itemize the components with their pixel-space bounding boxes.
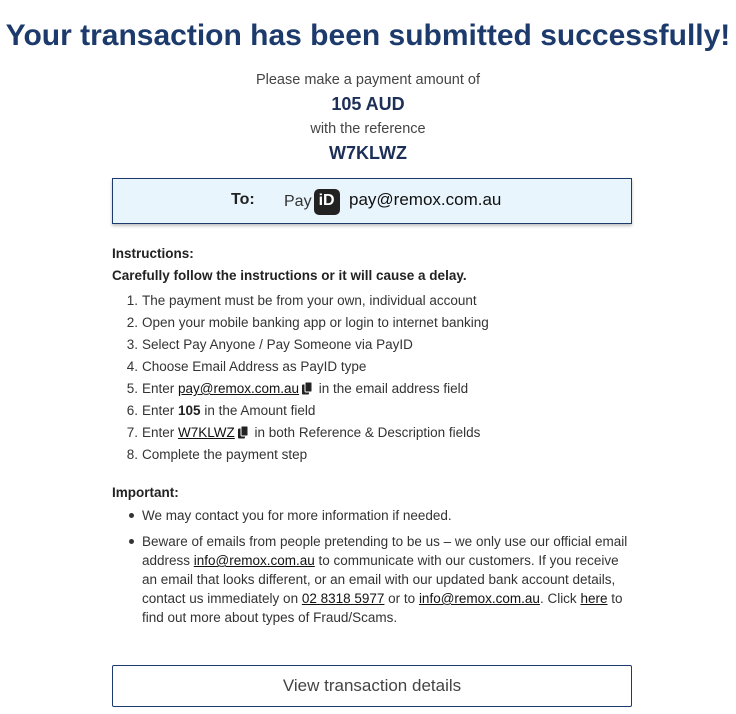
copy-icon[interactable] [302, 380, 313, 402]
list-item: 5. Enter pay@remox.com.au in the email ad… [112, 378, 632, 400]
amount-value: 105 [178, 403, 201, 418]
important-item-text: We may contact you for more information … [142, 508, 452, 523]
step-number: 8. [126, 447, 138, 462]
bullet-icon [129, 539, 134, 544]
to-label: To: [231, 191, 255, 208]
instructions-warning: Carefully follow the instructions or it … [112, 268, 467, 283]
list-item: 1. The payment must be from your own, ind… [112, 290, 632, 312]
list-item: Beware of emails from people pretending … [112, 532, 632, 627]
step-text: Select Pay Anyone / Pay Someone via PayI… [142, 337, 413, 352]
phone-link[interactable]: 02 8318 5977 [302, 591, 385, 606]
info-email-link[interactable]: info@remox.com.au [194, 553, 315, 568]
copy-icon[interactable] [237, 424, 249, 446]
step-text: Choose Email Address as PayID type [142, 359, 367, 374]
step-text-pre: Enter [142, 425, 179, 440]
step-text-post: in the Amount field [200, 403, 316, 418]
list-item: 6. Enter 105 in the Amount field [112, 400, 632, 422]
step-number: 3. [126, 337, 138, 352]
important-heading: Important: [112, 485, 179, 500]
payid-logo-icon: Pay iD [284, 188, 340, 216]
list-item: We may contact you for more information … [112, 506, 632, 525]
fraud-text-4: . Click [539, 591, 581, 606]
payment-reference: W7KLWZ [329, 143, 407, 163]
list-item: 7. Enter W7KLWZ in both Reference & Descr… [112, 422, 632, 444]
step-number: 6. [126, 403, 138, 418]
step-number: 4. [126, 359, 138, 374]
page-title: Your transaction has been submitted succ… [5, 19, 731, 52]
here-link[interactable]: here [580, 591, 607, 606]
important-list: We may contact you for more information … [112, 506, 632, 627]
bullet-icon [129, 513, 134, 518]
instruction-steps: 1. The payment must be from your own, ind… [112, 290, 632, 466]
step-text-post: in the email address field [315, 381, 469, 396]
step-text: Open your mobile banking app or login to… [142, 315, 489, 330]
reference-link[interactable]: W7KLWZ [178, 425, 235, 440]
step-text: Complete the payment step [142, 447, 308, 462]
instructions-heading: Instructions: [112, 246, 194, 261]
step-number: 7. [126, 425, 138, 440]
step-number: 2. [126, 315, 138, 330]
payment-amount: 105 AUD [331, 94, 405, 114]
list-item: 4. Choose Email Address as PayID type [112, 356, 632, 378]
fraud-text-3: or to [384, 591, 419, 606]
reference-prompt: with the reference [310, 121, 426, 137]
list-item: 2. Open your mobile banking app or login … [112, 312, 632, 334]
payid-mark-icon: iD [313, 189, 340, 215]
step-text: The payment must be from your own, indiv… [142, 293, 477, 308]
step-text-pre: Enter [142, 403, 179, 418]
payid-mark-text: iD [318, 192, 335, 209]
step-number: 5. [126, 381, 138, 396]
step-text-pre: Enter [142, 381, 179, 396]
info-email-link[interactable]: info@remox.com.au [419, 591, 540, 606]
payid-logo-text: Pay [284, 193, 312, 210]
payid-recipient-box: To: Pay iD pay@remox.com.au [112, 178, 632, 224]
payid-email-link[interactable]: pay@remox.com.au [178, 381, 299, 396]
step-number: 1. [126, 293, 138, 308]
step-text-post: in both Reference & Description fields [250, 425, 481, 440]
list-item: 3. Select Pay Anyone / Pay Someone via Pa… [112, 334, 632, 356]
payment-prompt: Please make a payment amount of [255, 72, 481, 88]
view-transaction-details-button[interactable]: View transaction details [112, 665, 632, 707]
payid-email: pay@remox.com.au [349, 190, 502, 209]
list-item: 8. Complete the payment step [112, 444, 632, 466]
